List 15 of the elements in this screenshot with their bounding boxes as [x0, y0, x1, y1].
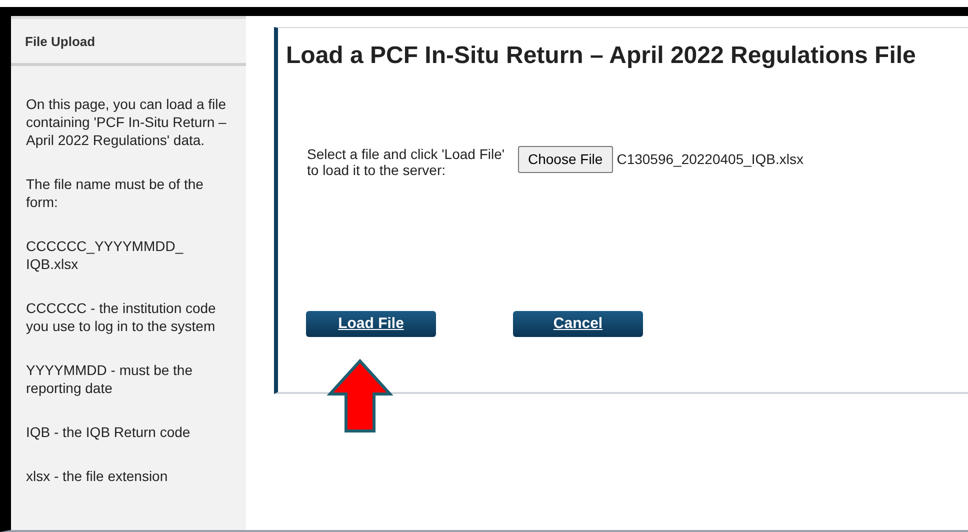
help-text: On this page, you can load a file containing 'PCF In-Situ Return – April 2022 Regulations' data.	[26, 94, 228, 148]
help-text: CCCCCC - the institution code you use to log in to the system	[26, 298, 217, 334]
sidebar-title: File Upload	[11, 19, 246, 66]
page-title: Load a PCF In-Situ Return – April 2022 Regulations File	[286, 41, 917, 71]
load-file-button[interactable]: Load File	[306, 311, 436, 337]
cancel-button[interactable]: Cancel	[513, 311, 643, 337]
file-label: Select a file and click 'Load File' to load it to the server:	[307, 146, 506, 178]
choose-file-button[interactable]: Choose File	[518, 146, 613, 173]
help-text: xlsx - the file extension	[26, 466, 169, 484]
help-text: The file name must be of the form:	[26, 174, 204, 210]
help-text: CCCCCC_YYYYMMDD_ IQB.xlsx	[26, 236, 184, 272]
file-name: C130596_20220405_IQB.xlsx	[616, 150, 804, 169]
help-text: IQB - the IQB Return code	[26, 422, 192, 440]
help-text: YYYYMMDD - must be the reporting date	[26, 360, 194, 396]
arrow-annotation-icon	[327, 359, 393, 433]
